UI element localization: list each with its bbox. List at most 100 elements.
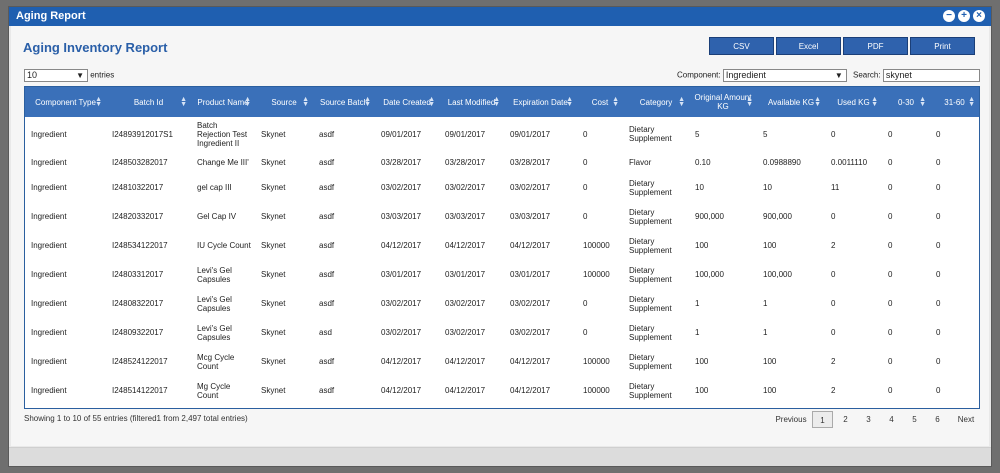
column-header[interactable]: Last Modified ▲ ▼ (439, 87, 504, 117)
table-cell: 04/12/2017 (445, 357, 486, 366)
sort-icon: ▲ ▼ (493, 96, 500, 108)
table-row: Ingredient I248524122017 Mcg Cycle Count Sk… (25, 347, 979, 376)
table-cell: 100 (763, 357, 777, 366)
table-cell: 0 (936, 270, 941, 279)
column-header-label: Cost (591, 97, 609, 107)
table-cell: Skynet (261, 299, 286, 308)
table-cell: Ingredient (31, 212, 67, 221)
column-header-label: Component Type (35, 97, 96, 107)
table-row: Ingredient I24803312017 Levi's Gel Capsule… (25, 260, 979, 289)
page-2-button[interactable]: 2 (835, 411, 856, 428)
table-cell: 5 (695, 129, 700, 139)
table-cell: 0 (583, 129, 588, 139)
pdf-button[interactable]: PDF (843, 37, 908, 55)
entries-label: entries (90, 70, 115, 80)
table-cell: Dietary Supplement (629, 236, 672, 255)
next-page-button[interactable]: Next (949, 411, 983, 428)
table-cell: Ingredient (31, 129, 67, 139)
sort-icon: ▲ ▼ (180, 96, 187, 108)
table-cell: Gel Cap IV (197, 212, 237, 221)
table-cell: Levi's Gel Capsules (197, 265, 232, 284)
table-info: Showing 1 to 10 of 55 entries (filtered1… (24, 414, 248, 423)
table-cell: 03/01/2017 (510, 270, 551, 279)
table-header-row: Component Type ▲ ▼ Batch Id ▲ ▼ Product Name ▲ ▼… (25, 87, 979, 117)
component-select[interactable]: Ingredient ▼ (722, 69, 847, 82)
column-header[interactable]: Source ▲ ▼ (255, 87, 313, 117)
column-header-label: 0-30 (897, 97, 914, 107)
column-header[interactable]: Used KG ▲ ▼ (825, 87, 882, 117)
search-input[interactable]: skynet (882, 69, 980, 82)
table-cell: Skynet (261, 270, 286, 279)
table-cell: Dietary Supplement (629, 207, 672, 226)
column-header[interactable]: Expiration Date ▲ ▼ (504, 87, 577, 117)
page-4-button[interactable]: 4 (881, 411, 902, 428)
sort-icon: ▲ ▼ (364, 96, 371, 108)
table-cell: 03/02/2017 (381, 328, 422, 337)
table-cell: I24893912017S1 (112, 129, 173, 139)
column-header[interactable]: Source Batch ▲ ▼ (313, 87, 375, 117)
column-header[interactable]: Date Created ▲ ▼ (375, 87, 439, 117)
table-cell: 03/02/2017 (445, 299, 486, 308)
excel-button[interactable]: Excel (776, 37, 841, 55)
table-cell: 03/02/2017 (381, 299, 422, 308)
sort-icon: ▲ ▼ (612, 96, 619, 108)
page-6-button[interactable]: 6 (927, 411, 948, 428)
table-cell: 100000 (583, 357, 610, 366)
column-header[interactable]: Product Name ▲ ▼ (191, 87, 255, 117)
aging-table-container: Component Type ▲ ▼ Batch Id ▲ ▼ Product Name ▲ ▼… (24, 86, 980, 409)
table-cell: 11 (831, 183, 840, 192)
sort-icon: ▲ ▼ (244, 96, 251, 108)
table-cell: 0.0011110 (831, 157, 868, 167)
window-titlebar: Aging Report − + × (9, 7, 991, 26)
previous-page-button[interactable]: Previous (771, 411, 811, 428)
window-title: Aging Report (16, 10, 86, 22)
column-header-label: Date Created (383, 97, 431, 107)
table-cell: 100 (695, 241, 709, 250)
column-header[interactable]: Batch Id ▲ ▼ (106, 87, 191, 117)
table-cell: Mg Cycle Count (197, 381, 231, 400)
page-1-button[interactable]: 1 (812, 411, 833, 428)
entries-length-select[interactable]: 10 ▼ (24, 69, 88, 82)
table-cell: I24803312017 (112, 270, 164, 279)
csv-button[interactable]: CSV (709, 37, 774, 55)
minimize-icon[interactable]: − (943, 10, 955, 22)
table-cell: 0 (936, 328, 941, 337)
maximize-icon[interactable]: + (958, 10, 970, 22)
table-cell: Dietary Supplement (629, 294, 672, 313)
table-cell: Skynet (261, 212, 286, 221)
table-cell: I24809322017 (112, 328, 164, 337)
table-cell: 0 (936, 183, 941, 192)
column-header-label: Batch Id (133, 97, 164, 107)
column-header[interactable]: Category ▲ ▼ (623, 87, 689, 117)
column-header[interactable]: Cost ▲ ▼ (577, 87, 623, 117)
column-header[interactable]: 31-60 ▲ ▼ (930, 87, 979, 117)
table-cell: 0 (936, 357, 941, 366)
table-cell: 0 (888, 157, 893, 167)
table-cell: 03/28/2017 (381, 157, 422, 167)
column-header[interactable]: 0-30 ▲ ▼ (882, 87, 930, 117)
table-row: Ingredient I24893912017S1 Batch Rejection … (25, 117, 979, 151)
table-cell: 100,000 (695, 270, 724, 279)
table-cell: Skynet (261, 357, 286, 366)
sort-icon: ▲ ▼ (95, 96, 102, 108)
table-cell: 03/03/2017 (510, 212, 551, 221)
entries-length-value: 10 (27, 70, 38, 80)
column-header[interactable]: Available KG ▲ ▼ (757, 87, 825, 117)
table-cell: 1 (763, 299, 768, 308)
sort-icon: ▲ ▼ (566, 96, 573, 108)
page-5-button[interactable]: 5 (904, 411, 925, 428)
close-icon[interactable]: × (973, 10, 985, 22)
table-cell: 10 (695, 183, 704, 192)
print-button[interactable]: Print (910, 37, 975, 55)
column-header[interactable]: Component Type ▲ ▼ (25, 87, 106, 117)
table-cell: 5 (763, 129, 768, 139)
table-cell: 04/12/2017 (381, 386, 422, 395)
table-cell: Skynet (261, 386, 286, 395)
column-header-label: 31-60 (944, 97, 965, 107)
column-header[interactable]: Original Amount KG ▲ ▼ (689, 87, 757, 117)
table-cell: 04/12/2017 (445, 241, 486, 250)
table-cell: 0 (936, 129, 941, 139)
page-3-button[interactable]: 3 (858, 411, 879, 428)
table-cell: 2 (831, 241, 836, 250)
table-cell: 04/12/2017 (381, 357, 422, 366)
